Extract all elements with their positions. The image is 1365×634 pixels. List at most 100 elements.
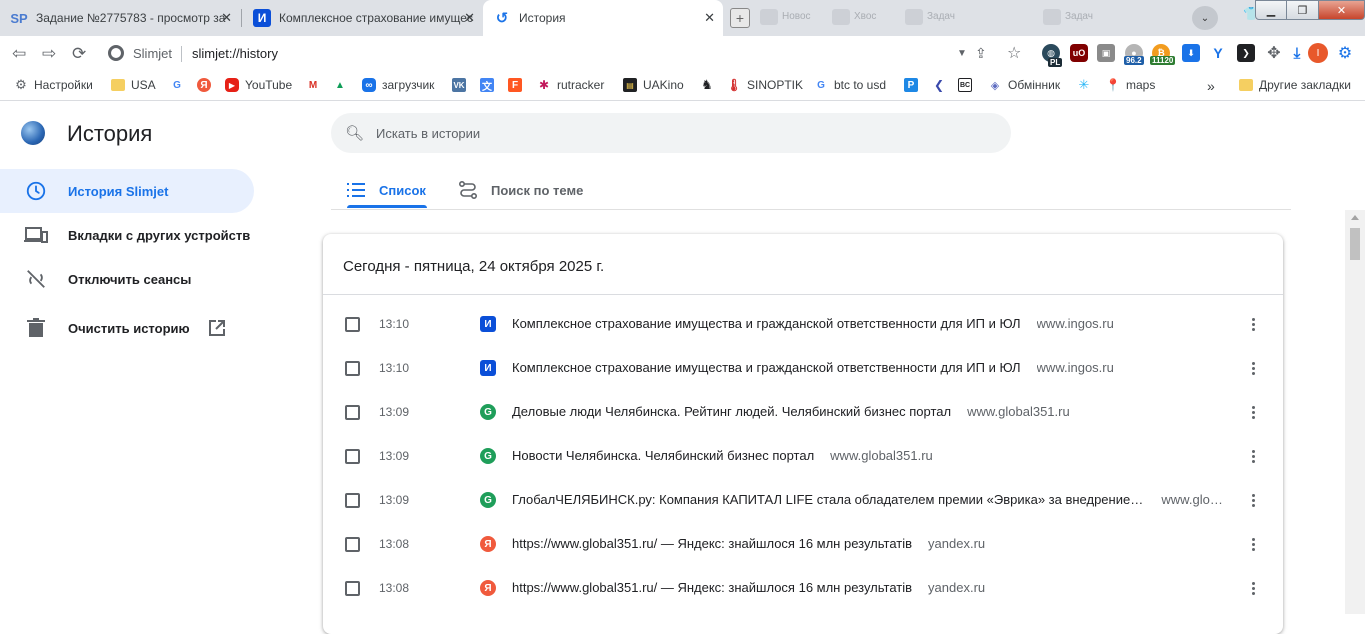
tab-ingos[interactable]: И Комплексное страхование имущес ✕ [243,0,483,36]
scrollbar-thumb[interactable] [1350,228,1360,260]
row-checkbox[interactable] [345,405,360,420]
row-link[interactable]: Комплексное страхование имущества и граж… [512,360,1114,375]
tab-task[interactable]: SP Задание №2775783 - просмотр за ✕ [0,0,240,36]
dropdown-arrow-icon[interactable]: ▼ [957,48,967,59]
forward-arrow-icon[interactable]: ⇨ [42,44,56,64]
row-link[interactable]: https://www.global351.ru/ — Яндекс: знай… [512,536,985,551]
other-bookmarks[interactable]: Другие закладки [1239,78,1351,92]
more-vert-icon[interactable] [1245,446,1261,466]
bookmark-arrow[interactable]: ❮ [932,78,952,92]
bookmarks-overflow-button[interactable]: » [1207,78,1215,94]
search-input[interactable] [376,113,976,153]
share-icon[interactable]: ⇪ [975,45,987,62]
minimize-button[interactable]: ▁ [1255,0,1287,20]
bookmark-settings[interactable]: ⚙ Настройки [14,77,93,92]
close-icon[interactable]: ✕ [464,10,475,26]
sidebar-item-other-devices[interactable]: Вкладки с других устройств [0,213,254,257]
row-checkbox[interactable] [345,449,360,464]
bookmark-uakino[interactable]: ▤ UAKino [623,78,684,92]
avatar[interactable]: I [1308,43,1328,63]
ghost-tab-title: Новос [782,11,811,22]
row-title: Комплексное страхование имущества и граж… [512,360,1021,375]
close-icon[interactable]: ✕ [704,10,715,26]
site-info-icon[interactable] [108,45,124,61]
more-vert-icon[interactable] [1245,358,1261,378]
history-row[interactable]: 13:08 Яhttps://www.global351.ru/ — Яндекс… [323,566,1283,610]
row-checkbox[interactable] [345,317,360,332]
sidebar-item-history[interactable]: История Slimjet [0,169,254,213]
history-row[interactable]: 13:10 И Комплексное страхование имущества … [323,302,1283,346]
bookmark-vk[interactable]: VK [452,78,472,92]
window-controls: ▁ ❐ ✕ [1255,0,1365,20]
sidebar-item-clear-history[interactable]: Очистить историю [0,306,254,350]
tab-history[interactable]: ↺ История ✕ [483,0,723,36]
maximize-button[interactable]: ❐ [1287,0,1319,20]
history-row[interactable]: 13:09 G ГлобалЧЕЛЯБИНСК.ру: Компания КАПИТ… [323,478,1283,522]
window-close-button[interactable]: ✕ [1319,0,1365,20]
scroll-up-icon[interactable] [1351,215,1359,220]
download-extension-icon[interactable]: ⬇ [1182,44,1200,62]
row-checkbox[interactable] [345,361,360,376]
more-vert-icon[interactable] [1245,490,1261,510]
row-link[interactable]: Новости Челябинска. Челябинский бизнес п… [512,448,933,463]
row-checkbox[interactable] [345,493,360,508]
row-link[interactable]: ГлобалЧЕЛЯБИНСК.ру: Компания КАПИТАЛ LIF… [512,492,1222,507]
bookmark-label: Настройки [34,78,93,92]
tab-search-button[interactable]: ⌄ [1192,6,1218,30]
ghost-tab-icon [1043,9,1061,25]
bookmark-star-icon[interactable]: ☆ [1007,43,1021,63]
bookmark-p[interactable]: P [904,78,924,92]
bookmark-rutracker[interactable]: ✱ rutracker [537,78,604,92]
bookmark-youtube[interactable]: ▶ YouTube [225,78,292,92]
more-vert-icon[interactable] [1245,402,1261,422]
bookmark-sinoptik[interactable]: 🌡 SINOPTIK [726,78,803,92]
more-vert-icon[interactable] [1245,314,1261,334]
reload-icon[interactable]: ⟳ [72,44,86,64]
tab-topic-search[interactable]: Поиск по теме [459,172,583,208]
bookmark-f[interactable]: F [508,78,528,92]
row-checkbox[interactable] [345,537,360,552]
new-tab-button[interactable]: + [730,8,750,28]
bookmark-translate[interactable]: 文 [480,78,500,93]
terminal-icon[interactable]: ❯ [1237,44,1255,62]
bookmark-google[interactable]: G [170,78,190,92]
bookmark-exchange[interactable]: ◈ Обмінник [988,78,1060,92]
row-link[interactable]: https://www.global351.ru/ — Яндекс: знай… [512,580,985,595]
bookmark-yandex[interactable]: Я [197,78,217,92]
settings-gear-icon[interactable]: ⚙ [1336,44,1354,62]
bookmark-bc[interactable]: BC [958,78,978,92]
maps-icon: 📍 [1105,78,1121,92]
bookmark-label: USA [131,78,156,92]
more-vert-icon[interactable] [1245,578,1261,598]
tab-list[interactable]: Список [347,172,426,208]
bookmark-drive[interactable]: ▲ [333,78,353,92]
sidebar-item-sync-off[interactable]: Отключить сеансы [0,257,254,301]
history-row[interactable]: 13:08 Яhttps://www.global351.ru/ — Яндекс… [323,522,1283,566]
row-link[interactable]: Комплексное страхование имущества и граж… [512,316,1114,331]
active-tab-indicator [347,205,427,208]
ublock-icon[interactable]: uO [1070,44,1088,62]
row-link[interactable]: Деловые люди Челябинска. Рейтинг людей. … [512,404,1070,419]
row-checkbox[interactable] [345,581,360,596]
search-icon[interactable]: 🔍︎ [345,124,364,142]
history-row[interactable]: 13:10 И Комплексное страхование имущества … [323,346,1283,390]
back-arrow-icon[interactable]: ⇦ [12,44,26,64]
bookmark-btc[interactable]: Gbtc to usd [814,78,886,92]
bookmark-chess[interactable]: ♞ [700,77,720,92]
history-row[interactable]: 13:09 G Новости Челябинска. Челябинский би… [323,434,1283,478]
bookmark-gmail[interactable]: M [306,78,326,92]
downloads-icon[interactable]: ⤓ [1288,44,1306,62]
briefcase-icon[interactable]: ▣ [1097,44,1115,62]
puzzle-icon[interactable]: ✥ [1265,44,1283,62]
bookmark-maps[interactable]: 📍 maps [1105,78,1156,92]
omnibox-url[interactable]: slimjet://history [192,46,278,61]
f-icon: F [508,78,522,92]
v-extension-icon[interactable]: Y [1209,44,1227,62]
bookmark-burst[interactable]: ✳ [1077,77,1097,92]
bookmark-loader[interactable]: ∞ загрузчик [362,78,434,92]
bookmark-usa[interactable]: USA [111,78,156,92]
more-vert-icon[interactable] [1245,534,1261,554]
history-row[interactable]: 13:09 G Деловые люди Челябинска. Рейтинг л… [323,390,1283,434]
close-icon[interactable]: ✕ [221,10,232,26]
scrollbar[interactable] [1345,210,1365,614]
